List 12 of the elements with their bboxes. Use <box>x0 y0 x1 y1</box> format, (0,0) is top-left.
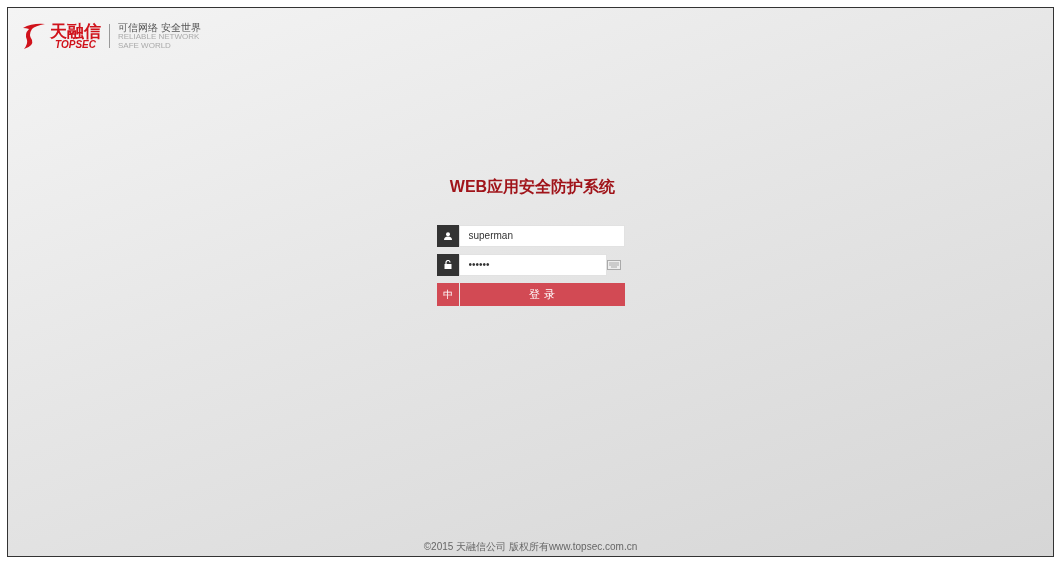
slogan-english: RELIABLE NETWORK <box>118 33 201 42</box>
brand-name: 天融信 <box>50 22 101 40</box>
lock-icon <box>443 260 452 270</box>
brand-name-english: TOPSEC <box>55 39 96 50</box>
slogan-english: SAFE WORLD <box>118 41 172 51</box>
login-button[interactable]: 登 录 <box>459 282 625 306</box>
user-icon <box>443 231 452 240</box>
copyright-text: ©2015 天融信公司 版权所有www.topsec.com.cn <box>423 541 638 552</box>
system-title: WEB应用安全防护系统 <box>449 176 616 197</box>
slogan: 可信网络 安全世界 <box>118 22 201 33</box>
language-button[interactable]: 中 <box>436 282 459 306</box>
keyboard-icon[interactable] <box>606 259 621 270</box>
